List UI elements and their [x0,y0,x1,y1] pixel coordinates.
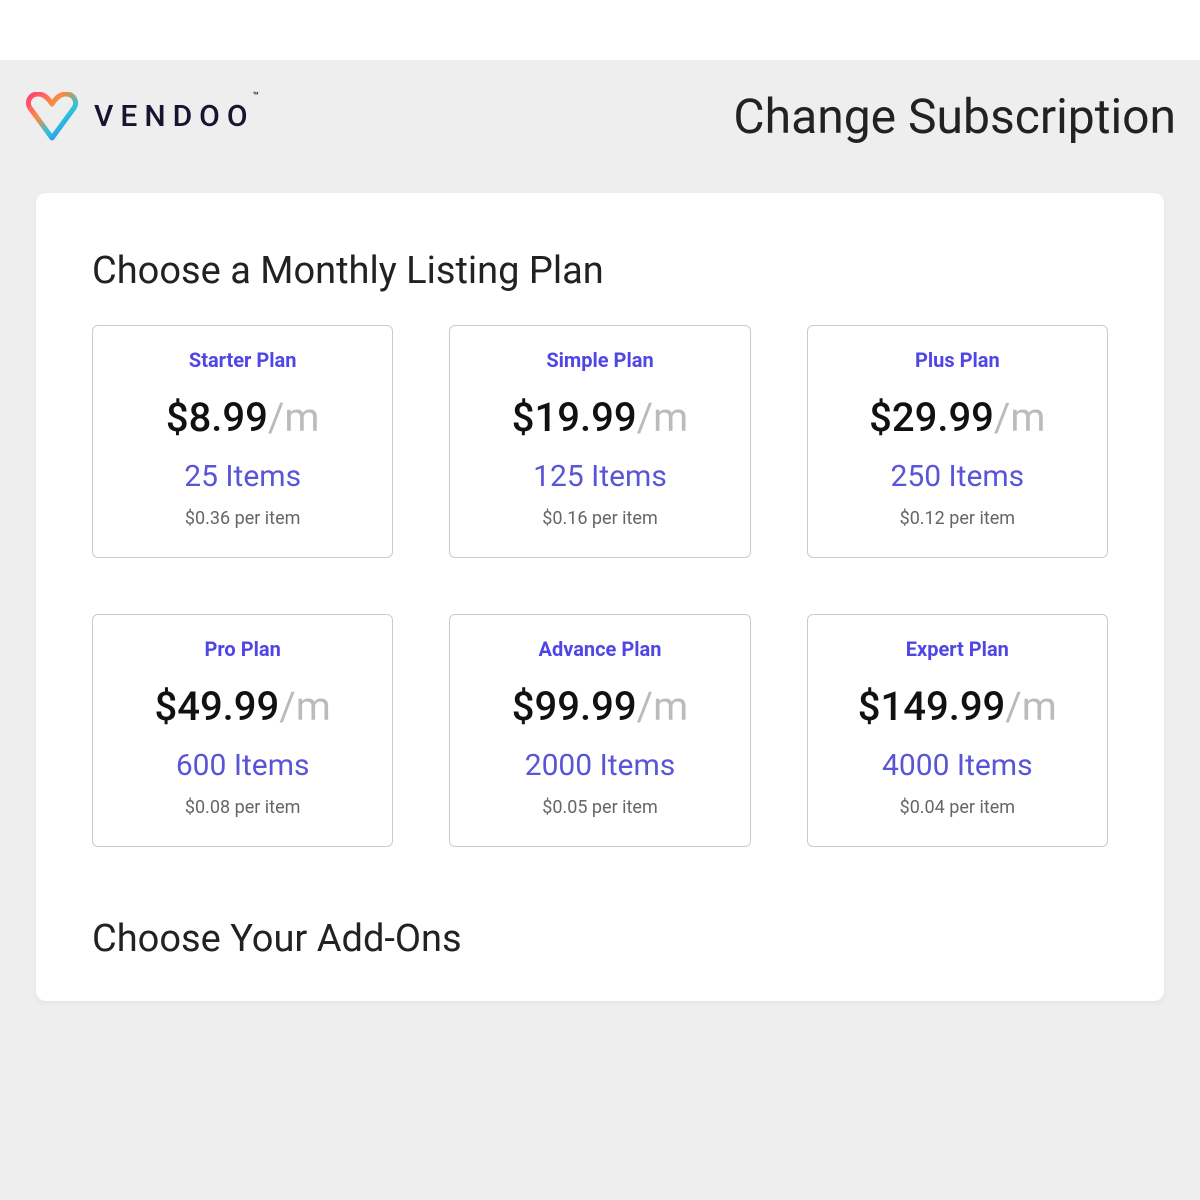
page: VENDOO™ Change Subscription Choose a Mon… [0,60,1200,1200]
plan-per-item: $0.16 per item [460,508,739,529]
brand: VENDOO™ [24,92,266,142]
plan-price-suffix: /m [279,683,331,730]
plan-price-value: $29.99 [869,394,994,441]
plan-price-value: $99.99 [512,683,637,730]
plan-price: $8.99/m [103,394,382,441]
plan-card-simple[interactable]: Simple Plan $19.99/m 125 Items $0.16 per… [449,325,750,558]
plan-per-item: $0.36 per item [103,508,382,529]
plan-price-suffix: /m [994,394,1046,441]
main-panel: Choose a Monthly Listing Plan Starter Pl… [36,193,1164,1001]
plan-items: 25 Items [103,459,382,494]
plan-price: $149.99/m [818,683,1097,730]
choose-addons-title: Choose Your Add-Ons [92,917,1108,961]
plan-per-item: $0.04 per item [818,797,1097,818]
plan-items: 2000 Items [460,748,739,783]
plan-items: 4000 Items [818,748,1097,783]
plan-name: Expert Plan [818,637,1097,661]
plan-card-plus[interactable]: Plus Plan $29.99/m 250 Items $0.12 per i… [807,325,1108,558]
plan-items: 600 Items [103,748,382,783]
plans-grid: Starter Plan $8.99/m 25 Items $0.36 per … [92,325,1108,847]
plan-card-advance[interactable]: Advance Plan $99.99/m 2000 Items $0.05 p… [449,614,750,847]
plan-items: 250 Items [818,459,1097,494]
vendoo-logo-icon [24,92,80,142]
plan-price-value: $49.99 [154,683,279,730]
plan-card-starter[interactable]: Starter Plan $8.99/m 25 Items $0.36 per … [92,325,393,558]
plan-name: Advance Plan [460,637,739,661]
plan-price-suffix: /m [637,394,689,441]
brand-tm: ™ [253,91,266,102]
plan-price-value: $19.99 [512,394,637,441]
plan-price: $29.99/m [818,394,1097,441]
plan-price-suffix: /m [637,683,689,730]
plan-price-value: $149.99 [858,683,1006,730]
plan-items: 125 Items [460,459,739,494]
plan-name: Simple Plan [460,348,739,372]
plan-price-suffix: /m [1005,683,1057,730]
plan-price-value: $8.99 [166,394,268,441]
brand-name-text: VENDOO [94,99,255,134]
plan-name: Starter Plan [103,348,382,372]
plan-name: Pro Plan [103,637,382,661]
top-spacer [0,0,1200,60]
plan-price: $49.99/m [103,683,382,730]
plan-per-item: $0.08 per item [103,797,382,818]
brand-name: VENDOO™ [94,99,266,134]
plan-card-pro[interactable]: Pro Plan $49.99/m 600 Items $0.08 per it… [92,614,393,847]
plan-price: $19.99/m [460,394,739,441]
plan-name: Plus Plan [818,348,1097,372]
choose-plan-title: Choose a Monthly Listing Plan [92,249,1108,293]
plan-per-item: $0.12 per item [818,508,1097,529]
plan-per-item: $0.05 per item [460,797,739,818]
plan-card-expert[interactable]: Expert Plan $149.99/m 4000 Items $0.04 p… [807,614,1108,847]
header: VENDOO™ Change Subscription [0,60,1200,193]
plan-price-suffix: /m [268,394,320,441]
page-title: Change Subscription [733,88,1176,145]
plan-price: $99.99/m [460,683,739,730]
